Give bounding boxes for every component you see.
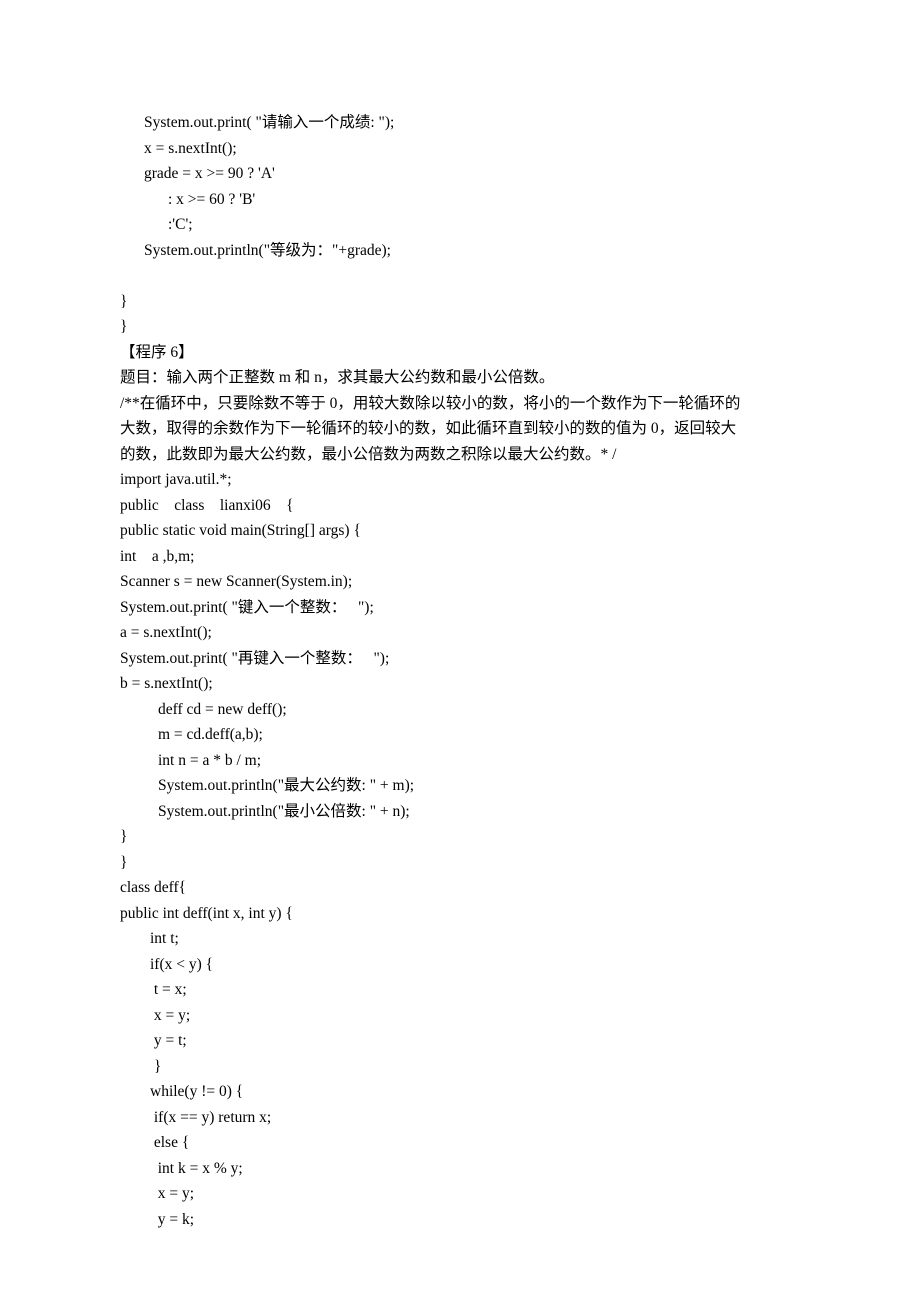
- code-line: System.out.print( "请输入一个成绩: ");: [120, 110, 800, 136]
- code-line: 题目：输入两个正整数 m 和 n，求其最大公约数和最小公倍数。: [120, 365, 800, 391]
- code-line: }: [120, 824, 800, 850]
- code-line: 大数，取得的余数作为下一轮循环的较小的数，如此循环直到较小的数的值为 0，返回较…: [120, 416, 800, 442]
- code-line: }: [120, 1054, 800, 1080]
- code-line: y = k;: [120, 1207, 800, 1233]
- code-line: y = t;: [120, 1028, 800, 1054]
- code-line: :'C';: [120, 212, 800, 238]
- code-line: }: [120, 314, 800, 340]
- code-line: Scanner s = new Scanner(System.in);: [120, 569, 800, 595]
- code-line: if(x < y) {: [120, 952, 800, 978]
- code-line: if(x == y) return x;: [120, 1105, 800, 1131]
- code-line: grade = x >= 90 ? 'A': [120, 161, 800, 187]
- code-line: System.out.println("最大公约数: " + m);: [120, 773, 800, 799]
- code-line: class deff{: [120, 875, 800, 901]
- code-line: 【程序 6】: [120, 340, 800, 366]
- code-line: 的数，此数即为最大公约数，最小公倍数为两数之积除以最大公约数。* /: [120, 442, 800, 468]
- code-line: int n = a * b / m;: [120, 748, 800, 774]
- code-line: }: [120, 289, 800, 315]
- code-line: public class lianxi06 {: [120, 493, 800, 519]
- code-line: int k = x % y;: [120, 1156, 800, 1182]
- code-line: t = x;: [120, 977, 800, 1003]
- code-line: x = y;: [120, 1003, 800, 1029]
- code-line: [120, 263, 800, 289]
- code-line: a = s.nextInt();: [120, 620, 800, 646]
- code-line: public static void main(String[] args) {: [120, 518, 800, 544]
- code-line: else {: [120, 1130, 800, 1156]
- code-line: x = s.nextInt();: [120, 136, 800, 162]
- code-line: System.out.print( "再键入一个整数： ");: [120, 646, 800, 672]
- code-line: System.out.println("最小公倍数: " + n);: [120, 799, 800, 825]
- code-line: System.out.print( "键入一个整数： ");: [120, 595, 800, 621]
- code-line: int a ,b,m;: [120, 544, 800, 570]
- code-line: import java.util.*;: [120, 467, 800, 493]
- code-line: : x >= 60 ? 'B': [120, 187, 800, 213]
- code-line: while(y != 0) {: [120, 1079, 800, 1105]
- code-line: b = s.nextInt();: [120, 671, 800, 697]
- code-line: m = cd.deff(a,b);: [120, 722, 800, 748]
- code-line: deff cd = new deff();: [120, 697, 800, 723]
- code-line: System.out.println("等级为："+grade);: [120, 238, 800, 264]
- code-line: /**在循环中，只要除数不等于 0，用较大数除以较小的数，将小的一个数作为下一轮…: [120, 391, 800, 417]
- code-line: public int deff(int x, int y) {: [120, 901, 800, 927]
- code-line: x = y;: [120, 1181, 800, 1207]
- document-page: System.out.print( "请输入一个成绩: ");x = s.nex…: [0, 0, 920, 1292]
- code-line: }: [120, 850, 800, 876]
- code-line: int t;: [120, 926, 800, 952]
